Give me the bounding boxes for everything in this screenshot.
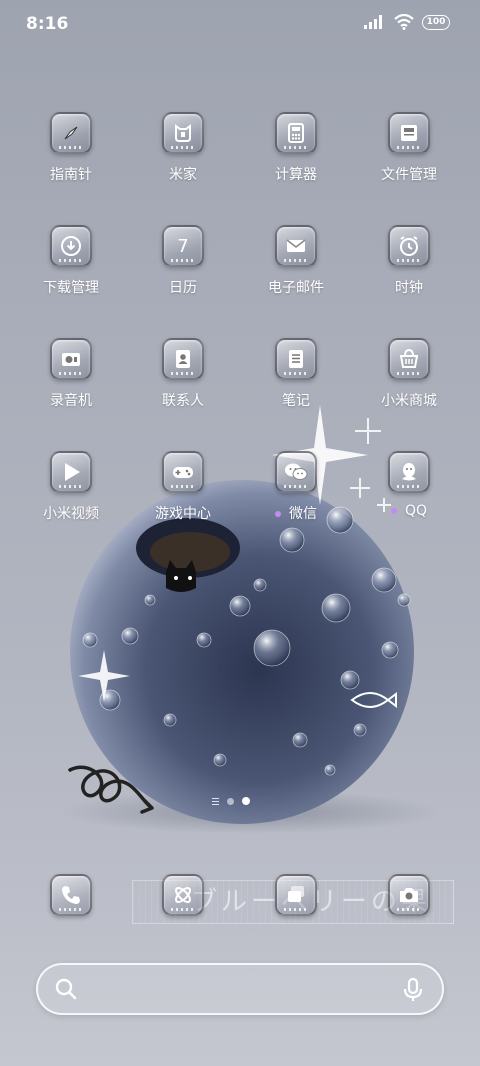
app-wechat[interactable]: 微信 xyxy=(241,451,351,523)
battery-indicator: 100 xyxy=(422,14,450,30)
compass-icon xyxy=(50,112,92,154)
gallery-icon xyxy=(162,874,204,916)
app-label: 日历 xyxy=(169,280,197,296)
app-game-center[interactable]: 游戏中心 xyxy=(128,451,238,523)
app-recorder[interactable]: 录音机 xyxy=(16,338,126,410)
dock-gallery[interactable] xyxy=(128,874,238,916)
app-qq[interactable]: QQ xyxy=(354,451,464,519)
app-file-manager[interactable]: 文件管理 xyxy=(354,112,464,184)
app-label: 微信 xyxy=(289,506,317,522)
app-label: 米家 xyxy=(169,167,197,183)
mail-icon xyxy=(275,225,317,267)
app-label: QQ xyxy=(404,503,428,519)
notes-icon xyxy=(275,338,317,380)
page-indicator-list[interactable] xyxy=(212,797,219,805)
phone-icon xyxy=(50,874,92,916)
app-mail[interactable]: 电子邮件 xyxy=(241,225,351,297)
app-label: 电子邮件 xyxy=(268,280,324,296)
page-dot[interactable] xyxy=(227,797,234,805)
mijia-icon xyxy=(162,112,204,154)
file-manager-icon xyxy=(388,112,430,154)
app-label: 录音机 xyxy=(50,393,92,409)
calendar-date: 7 xyxy=(177,235,189,257)
app-label: 下载管理 xyxy=(43,280,99,296)
app-label-wrap: QQ xyxy=(354,503,464,519)
download-icon xyxy=(50,225,92,267)
dock-camera[interactable] xyxy=(354,874,464,916)
app-label-wrap: 微信 xyxy=(241,503,351,523)
dock-phone[interactable] xyxy=(16,874,126,916)
app-mijia[interactable]: 米家 xyxy=(128,112,238,184)
qq-penguin-icon xyxy=(388,451,430,493)
camera-icon xyxy=(388,874,430,916)
play-icon xyxy=(50,451,92,493)
app-mi-store[interactable]: 小米商城 xyxy=(354,338,464,410)
app-label: 小米视频 xyxy=(43,506,99,522)
calendar-icon: 7 xyxy=(162,225,204,267)
app-label: 计算器 xyxy=(275,167,317,183)
app-notes[interactable]: 笔记 xyxy=(241,338,351,410)
app-downloads[interactable]: 下载管理 xyxy=(16,225,126,297)
new-notification-dot xyxy=(390,508,397,514)
app-label: 联系人 xyxy=(162,393,204,409)
signal-icon xyxy=(364,15,382,29)
status-time: 8:16 xyxy=(26,14,69,34)
app-clock[interactable]: 时钟 xyxy=(354,225,464,297)
gamepad-icon xyxy=(162,451,204,493)
app-label: 指南针 xyxy=(50,167,92,183)
app-label: 笔记 xyxy=(282,393,310,409)
search-icon[interactable] xyxy=(54,977,78,1001)
messages-icon xyxy=(275,874,317,916)
app-label: 游戏中心 xyxy=(155,506,211,522)
app-calculator[interactable]: 计算器 xyxy=(241,112,351,184)
dock xyxy=(0,874,480,918)
search-input[interactable] xyxy=(94,975,384,1003)
contacts-icon xyxy=(162,338,204,380)
clock-icon xyxy=(388,225,430,267)
recorder-icon xyxy=(50,338,92,380)
search-bar[interactable] xyxy=(36,963,444,1015)
status-bar: 8:16 100 xyxy=(0,0,480,48)
wechat-icon xyxy=(275,451,317,493)
page-dot-active[interactable] xyxy=(242,797,250,805)
app-label: 小米商城 xyxy=(381,393,437,409)
app-label: 文件管理 xyxy=(381,167,437,183)
app-compass[interactable]: 指南针 xyxy=(16,112,126,184)
wifi-icon xyxy=(394,14,414,30)
calculator-icon xyxy=(275,112,317,154)
app-label: 时钟 xyxy=(395,280,423,296)
shopping-bag-icon xyxy=(388,338,430,380)
page-indicator[interactable] xyxy=(212,797,250,805)
status-indicators: 100 xyxy=(364,14,450,30)
new-notification-dot xyxy=(275,511,281,517)
dock-messages[interactable] xyxy=(241,874,351,916)
app-contacts[interactable]: 联系人 xyxy=(128,338,238,410)
microphone-icon[interactable] xyxy=(402,977,424,1003)
app-calendar[interactable]: 7 日历 xyxy=(128,225,238,297)
app-mi-video[interactable]: 小米视频 xyxy=(16,451,126,523)
